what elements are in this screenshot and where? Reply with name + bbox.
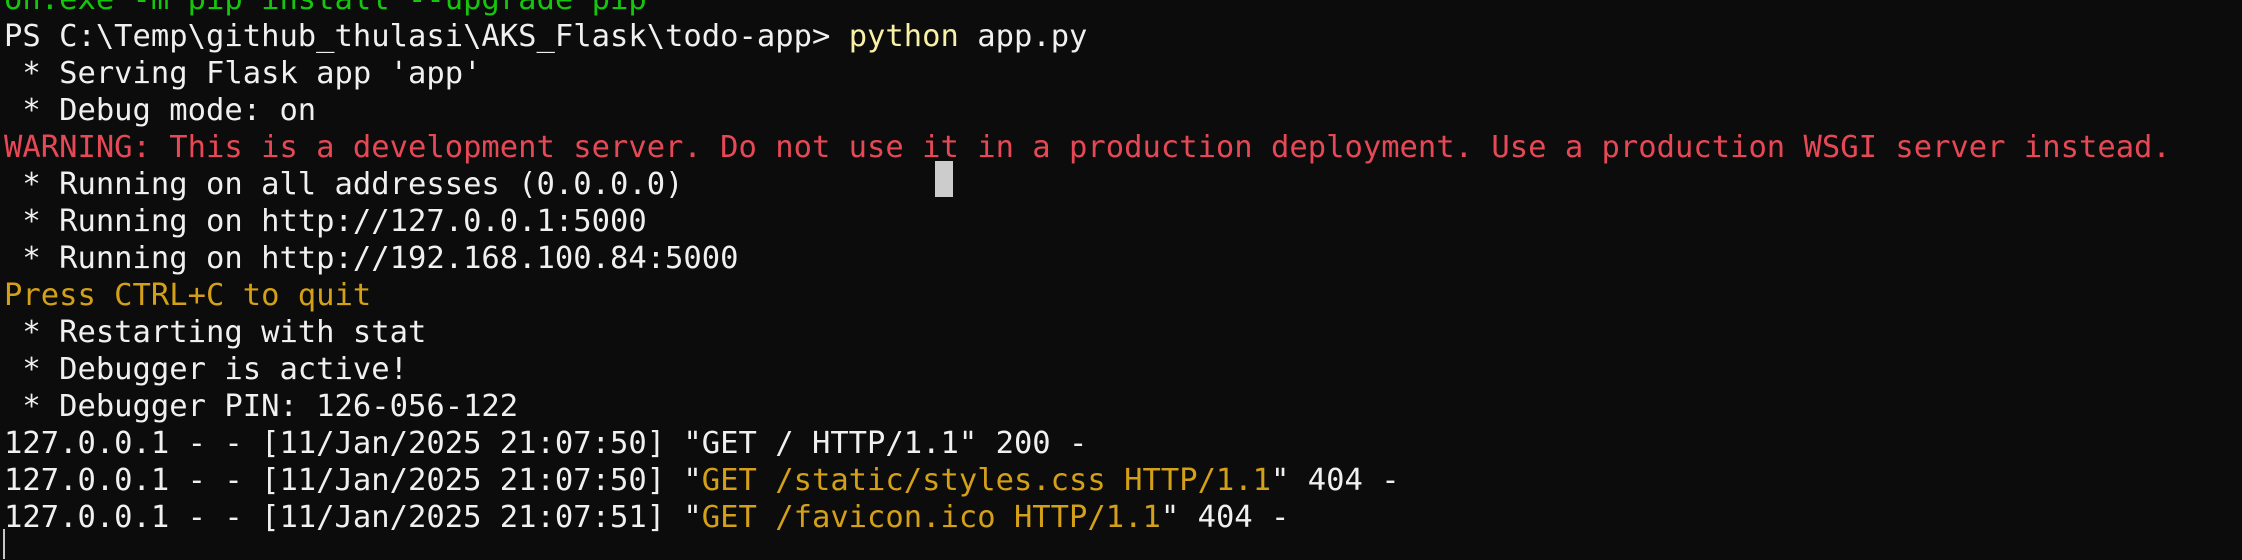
- running-lan-line: * Running on http://192.168.100.84:5000: [4, 241, 739, 276]
- previous-command-line: on.exe -m pip install --upgrade pip: [4, 0, 2171, 18]
- request-log-line: 127.0.0.1 - - [11/Jan/2025 21:07:50] "GE…: [4, 462, 2171, 499]
- request-status: " 404 -: [1271, 463, 1400, 498]
- running-local-line: * Running on http://127.0.0.1:5000: [4, 204, 647, 239]
- request-prefix: 127.0.0.1 - - [11/Jan/2025 21:07:50] ": [4, 426, 702, 461]
- running-all-line: * Running on all addresses (0.0.0.0): [4, 167, 684, 202]
- restarting-line: * Restarting with stat: [4, 315, 427, 350]
- command-name: python: [848, 19, 959, 54]
- debugger-active-line: * Debugger is active!: [4, 352, 408, 387]
- request-prefix: 127.0.0.1 - - [11/Jan/2025 21:07:51] ": [4, 500, 702, 535]
- request-method-path: GET / HTTP/1.1: [701, 426, 959, 461]
- text-caret: [3, 529, 5, 559]
- serving-line: * Serving Flask app 'app': [4, 56, 482, 91]
- request-status: " 200 -: [958, 426, 1088, 461]
- quit-hint-line: Press CTRL+C to quit: [4, 278, 372, 313]
- request-log-line: 127.0.0.1 - - [11/Jan/2025 21:07:51] "GE…: [4, 499, 2171, 536]
- warning-line: WARNING: This is a development server. D…: [4, 130, 2171, 165]
- request-log-line: 127.0.0.1 - - [11/Jan/2025 21:07:50] "GE…: [4, 425, 2171, 462]
- prompt-path: PS C:\Temp\github_thulasi\AKS_Flask\todo…: [4, 19, 849, 54]
- debugger-pin-line: * Debugger PIN: 126-056-122: [4, 389, 519, 424]
- terminal-output: on.exe -m pip install --upgrade pip PS C…: [4, 0, 2171, 536]
- request-method-path: GET /favicon.ico HTTP/1.1: [701, 500, 1161, 535]
- command-args: app.py: [958, 19, 1088, 54]
- prompt-line: PS C:\Temp\github_thulasi\AKS_Flask\todo…: [4, 18, 2171, 55]
- request-prefix: 127.0.0.1 - - [11/Jan/2025 21:07:50] ": [4, 463, 702, 498]
- debug-mode-line: * Debug mode: on: [4, 93, 317, 128]
- request-method-path: GET /static/styles.css HTTP/1.1: [701, 463, 1272, 498]
- request-status: " 404 -: [1160, 500, 1290, 535]
- block-cursor: [935, 161, 953, 197]
- terminal-window[interactable]: on.exe -m pip install --upgrade pip PS C…: [0, 0, 2242, 560]
